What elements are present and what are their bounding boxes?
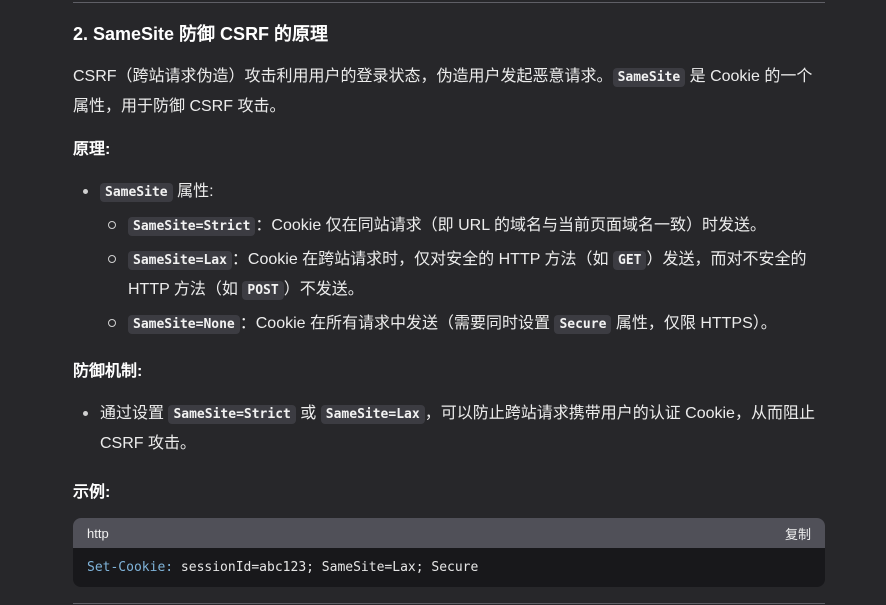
list-item: 通过设置 SameSite=Strict 或 SameSite=Lax ，可以防止… bbox=[73, 399, 825, 458]
code-block-header: http 复制 bbox=[73, 518, 825, 548]
principle-list: SameSite 属性: SameSite=Strict ：Cookie 仅在同站… bbox=[73, 177, 825, 339]
list-item-lax: SameSite=Lax ：Cookie 在跨站请求时，仅对安全的 HTTP 方法… bbox=[100, 245, 825, 305]
inline-code-lax: SameSite=Lax bbox=[320, 405, 425, 424]
samesite-values-list: SameSite=Strict ：Cookie 仅在同站请求（即 URL 的域名与… bbox=[100, 211, 825, 339]
defense-text-a: 通过设置 bbox=[100, 405, 169, 422]
inline-code-samesite: SameSite bbox=[612, 68, 686, 87]
list-item: SameSite 属性: SameSite=Strict ：Cookie 仅在同站… bbox=[73, 177, 825, 339]
inline-code-strict: SameSite=Strict bbox=[168, 405, 296, 424]
chat-response-panel: 2. SameSite 防御 CSRF 的原理 CSRF（跨站请求伪造）攻击利用… bbox=[0, 0, 886, 605]
inline-code-samesite-attr: SameSite bbox=[100, 183, 173, 202]
inline-code-get: GET bbox=[613, 251, 647, 270]
inline-code-none: SameSite=None bbox=[128, 315, 240, 334]
none-description-b: 属性，仅限 HTTPS）。 bbox=[611, 315, 777, 332]
intro-text-before: CSRF（跨站请求伪造）攻击利用用户的登录状态，伪造用户发起恶意请求。 bbox=[73, 68, 613, 85]
list-item-strict: SameSite=Strict ：Cookie 仅在同站请求（即 URL 的域名与… bbox=[100, 211, 825, 241]
principle-label: 原理: bbox=[73, 141, 111, 158]
code-language-label: http bbox=[87, 525, 109, 541]
lax-description-c: ）不发送。 bbox=[283, 281, 364, 298]
list-item-text: 属性: bbox=[172, 183, 214, 200]
inline-code-strict: SameSite=Strict bbox=[128, 217, 256, 236]
inline-code-post: POST bbox=[242, 281, 284, 300]
section-heading: 2. SameSite 防御 CSRF 的原理 bbox=[73, 24, 329, 44]
code-header-name: Set-Cookie: bbox=[87, 560, 174, 575]
top-divider bbox=[73, 2, 825, 3]
example-label: 示例: bbox=[73, 484, 111, 501]
copy-code-button[interactable]: 复制 bbox=[785, 524, 811, 543]
inline-code-lax: SameSite=Lax bbox=[128, 251, 232, 270]
code-block-body: Set-Cookie: sessionId=abc123; SameSite=L… bbox=[73, 548, 825, 587]
none-description-a: ：Cookie 在所有请求中发送（需要同时设置 bbox=[239, 315, 555, 332]
defense-text-b: 或 bbox=[295, 405, 321, 422]
defense-label: 防御机制: bbox=[73, 363, 143, 380]
defense-list: 通过设置 SameSite=Strict 或 SameSite=Lax ，可以防止… bbox=[73, 399, 825, 458]
strict-description: ：Cookie 仅在同站请求（即 URL 的域名与当前页面域名一致）时发送。 bbox=[255, 217, 766, 234]
intro-paragraph: CSRF（跨站请求伪造）攻击利用用户的登录状态，伪造用户发起恶意请求。 SameS… bbox=[73, 62, 825, 121]
bottom-divider bbox=[73, 603, 825, 604]
lax-description-a: ：Cookie 在跨站请求时，仅对安全的 HTTP 方法（如 bbox=[231, 251, 613, 268]
code-block: http 复制 Set-Cookie: sessionId=abc123; Sa… bbox=[73, 518, 825, 587]
message-content: 2. SameSite 防御 CSRF 的原理 CSRF（跨站请求伪造）攻击利用… bbox=[73, 21, 825, 587]
code-header-value: sessionId=abc123; SameSite=Lax; Secure bbox=[173, 560, 479, 575]
inline-code-secure: Secure bbox=[554, 315, 612, 334]
list-item-none: SameSite=None ：Cookie 在所有请求中发送（需要同时设置 Sec… bbox=[100, 309, 825, 339]
